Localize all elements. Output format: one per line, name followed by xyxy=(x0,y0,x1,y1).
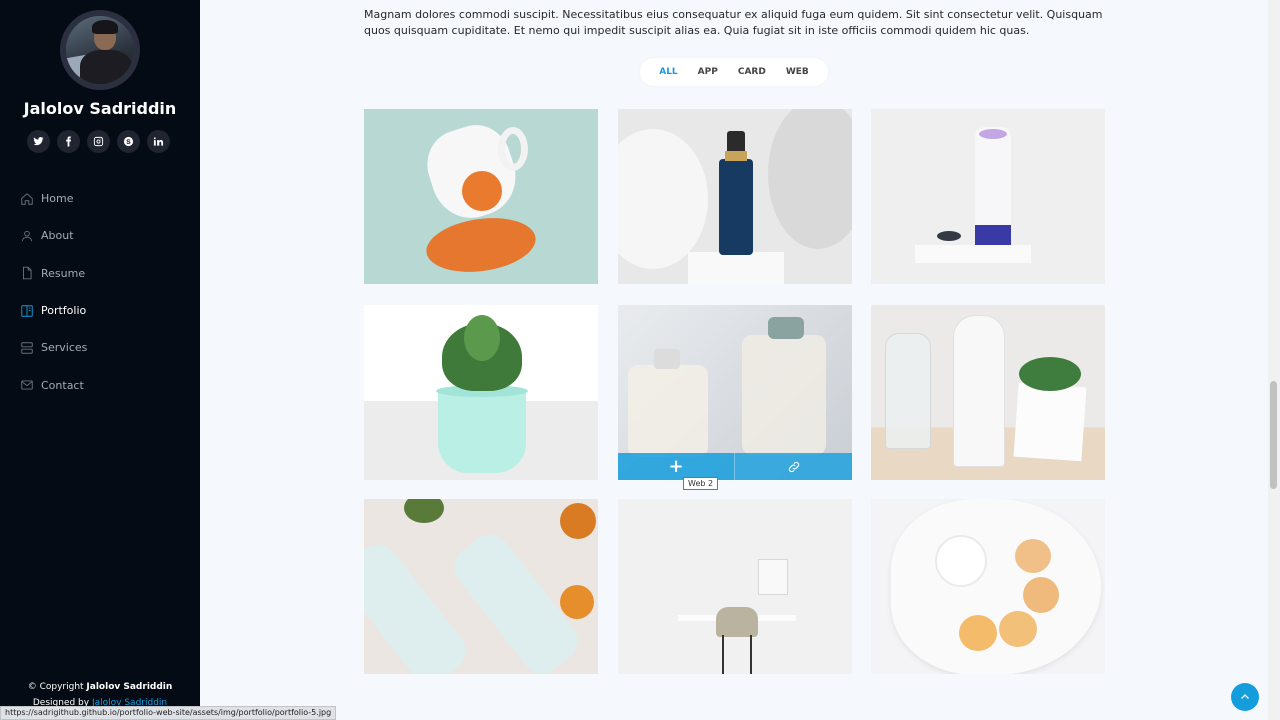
profile-name[interactable]: Jalolov Sadriddin xyxy=(0,99,200,118)
instagram-icon[interactable] xyxy=(87,130,110,153)
nav-item-label: Resume xyxy=(41,266,86,280)
details-link-button[interactable] xyxy=(735,453,852,480)
scrollbar[interactable] xyxy=(1268,0,1280,720)
portfolio-item-plant[interactable] xyxy=(364,305,598,480)
portfolio-item-perfume[interactable]: + xyxy=(618,305,852,480)
portfolio-item-cocooil[interactable] xyxy=(871,305,1105,480)
filter-card[interactable]: CARD xyxy=(728,67,776,77)
sidebar: Jalolov Sadriddin Home About Resume Port… xyxy=(0,0,200,720)
home-icon xyxy=(21,192,33,205)
nav-item-label: Portfolio xyxy=(41,304,87,318)
back-to-top-button[interactable] xyxy=(1231,683,1259,711)
nav-item-resume[interactable]: Resume xyxy=(20,255,87,292)
nav-item-about[interactable]: About xyxy=(20,217,87,254)
portfolio-item-desk[interactable] xyxy=(618,499,852,674)
portfolio-item-serum[interactable] xyxy=(618,109,852,284)
facebook-icon[interactable] xyxy=(57,130,80,153)
portfolio-item-mug[interactable] xyxy=(364,109,598,284)
social-links xyxy=(27,130,170,153)
nav-item-label: About xyxy=(41,229,74,243)
link-icon xyxy=(788,461,799,472)
filter-app[interactable]: APP xyxy=(688,67,728,77)
nav-item-services[interactable]: Services xyxy=(20,329,87,366)
nav-item-label: Home xyxy=(41,192,74,206)
copyright: © Copyright Jalolov Sadriddin xyxy=(27,682,173,692)
tooltip: Web 2 xyxy=(683,477,719,490)
portfolio-item-actions: + xyxy=(618,453,852,480)
file-icon xyxy=(23,266,32,280)
nav-item-label: Services xyxy=(41,341,88,355)
nav-item-label: Contact xyxy=(41,378,84,392)
envelope-icon xyxy=(21,380,33,390)
nav-item-contact[interactable]: Contact xyxy=(20,366,87,403)
person-icon xyxy=(21,230,33,242)
portfolio-item-water[interactable] xyxy=(364,499,598,674)
twitter-icon[interactable] xyxy=(27,130,50,153)
portfolio-item-cookies[interactable] xyxy=(871,499,1105,674)
portfolio-filters: ALL APP CARD WEB xyxy=(640,58,828,86)
server-icon xyxy=(21,342,33,354)
book-icon xyxy=(21,304,33,317)
nav-item-home[interactable]: Home xyxy=(20,180,87,217)
status-bar-url: https://sadrigithub.github.io/portfolio-… xyxy=(0,706,337,720)
linkedin-icon[interactable] xyxy=(147,130,170,153)
portfolio-intro: Magnam dolores commodi suscipit. Necessi… xyxy=(364,8,1103,37)
preview-button[interactable]: + xyxy=(618,453,735,480)
scrollbar-thumb[interactable] xyxy=(1270,381,1277,489)
avatar xyxy=(60,10,140,90)
skype-icon[interactable] xyxy=(117,130,140,153)
portfolio-item-tube[interactable] xyxy=(871,109,1105,284)
filter-all[interactable]: ALL xyxy=(649,67,687,77)
nav-menu: Home About Resume Portfolio Services Con… xyxy=(20,180,87,404)
arrow-up-icon xyxy=(1241,694,1249,699)
filter-web[interactable]: WEB xyxy=(776,67,819,77)
nav-item-portfolio[interactable]: Portfolio xyxy=(20,292,87,329)
